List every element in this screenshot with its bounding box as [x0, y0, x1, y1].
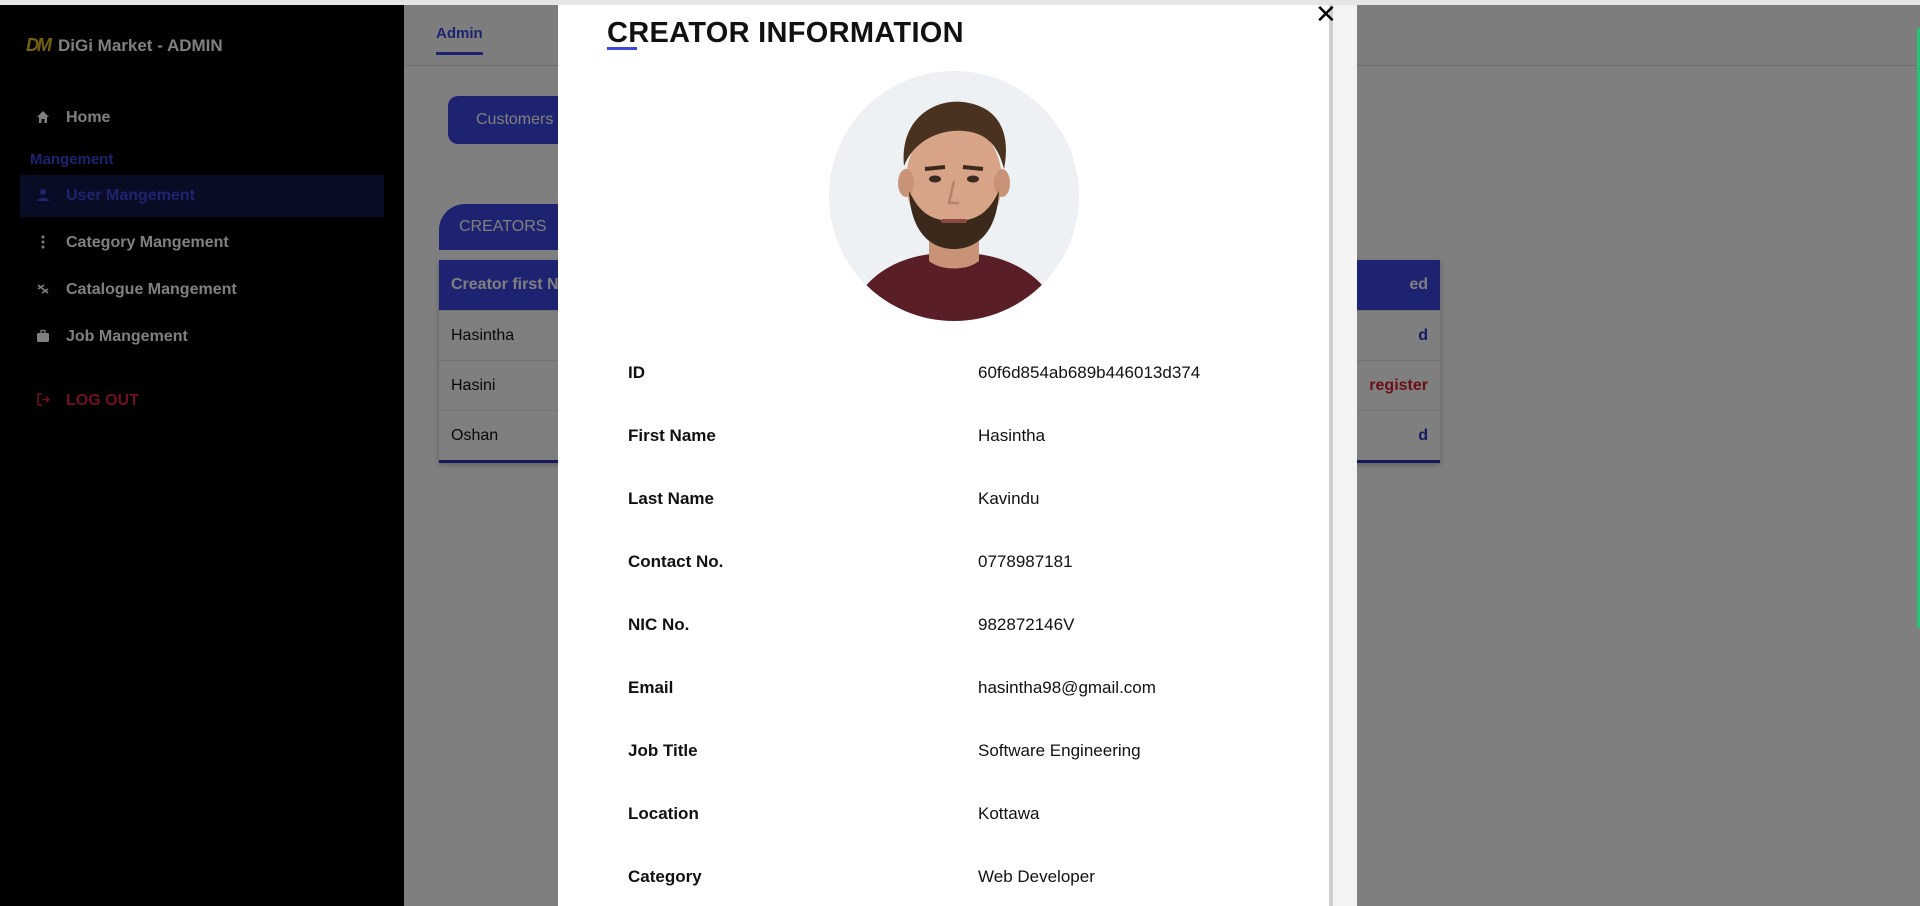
info-label: First Name — [628, 426, 716, 445]
info-label: NIC No. — [628, 615, 690, 634]
info-label: Last Name — [628, 489, 714, 508]
info-value: Kottawa — [978, 804, 1040, 823]
info-row-category: Category Web Developer — [628, 862, 1308, 892]
close-icon[interactable]: ✕ — [1315, 1, 1337, 27]
info-row-email: Email hasintha98@gmail.com — [628, 673, 1308, 703]
info-value: Web Developer — [978, 867, 1095, 886]
info-row-first-name: First Name Hasintha — [628, 421, 1308, 451]
creator-info-modal: ✕ CREATOR INFORMATION ID 60f6d854ab689b4… — [558, 1, 1357, 906]
info-value: 60f6d854ab689b446013d374 — [978, 363, 1201, 382]
title-underline — [607, 47, 637, 50]
info-row-job-title: Job Title Software Engineering — [628, 736, 1308, 766]
info-value: 982872146V — [978, 615, 1075, 634]
info-label: Contact No. — [628, 552, 724, 571]
info-value: 0778987181 — [978, 552, 1073, 571]
info-value: Hasintha — [978, 426, 1046, 445]
modal-title: CREATOR INFORMATION — [607, 17, 964, 49]
info-value: hasintha98@gmail.com — [978, 678, 1156, 697]
info-row-last-name: Last Name Kavindu — [628, 484, 1308, 514]
info-row-id: ID 60f6d854ab689b446013d374 — [628, 358, 1308, 388]
info-value: Kavindu — [978, 489, 1040, 508]
info-row-location: Location Kottawa — [628, 799, 1308, 829]
info-label: ID — [628, 363, 645, 382]
avatar — [829, 71, 1079, 321]
info-label: Category — [628, 867, 702, 886]
info-row-nic: NIC No. 982872146V — [628, 610, 1308, 640]
info-row-contact: Contact No. 0778987181 — [628, 547, 1308, 577]
info-value: Software Engineering — [978, 741, 1141, 760]
info-label: Job Title — [628, 741, 698, 760]
info-label: Location — [628, 804, 699, 823]
info-label: Email — [628, 678, 674, 697]
modal-body: ✕ CREATOR INFORMATION ID 60f6d854ab689b4… — [558, 1, 1337, 906]
